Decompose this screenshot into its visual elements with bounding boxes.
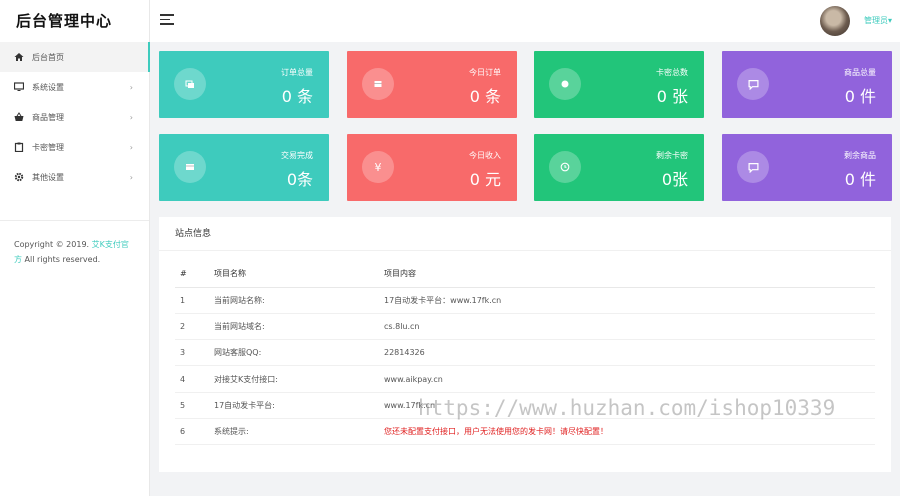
dot-icon (549, 68, 581, 100)
table-cell-num: 2 (175, 313, 209, 341)
top-header: 管理员▾ (150, 0, 900, 42)
table-row: 1 当前网站名称: 17自动发卡平台：www.17fk.cn (175, 287, 875, 314)
stat-card-remaining-products: 剩余商品 0 件 (722, 134, 892, 201)
box-icon (362, 68, 394, 100)
stat-value: 0 条 (469, 87, 501, 106)
sidebar-item-card-management[interactable]: 卡密管理 › (0, 132, 149, 162)
column-header: # (175, 261, 209, 288)
chevron-right-icon: › (129, 142, 133, 152)
table-cell-name: 系统提示: (209, 418, 379, 446)
sidebar-item-label: 其他设置 (32, 172, 64, 182)
avatar[interactable] (820, 6, 850, 36)
table-cell-name: 网站客服QQ: (209, 339, 379, 367)
stat-value: 0 张 (656, 87, 688, 106)
stat-value: 0 元 (469, 170, 501, 189)
table-cell-name: 17自动发卡平台: (209, 392, 379, 419)
clipboard-icon (14, 142, 24, 152)
chevron-right-icon: › (129, 82, 133, 92)
table-cell-name: 当前网站名称: (209, 287, 379, 314)
table-cell-content: 您还未配置支付接口，用户无法使用您的发卡网！请尽快配置！ (379, 418, 875, 446)
table-row: 4 对接艾K支付接口: www.aikpay.cn (175, 365, 875, 393)
sidebar: 后台管理中心 后台首页 系统设置 › 商品管理 › 卡密管理 › 其他设置 › … (0, 0, 150, 496)
stat-value: 0条 (286, 170, 313, 189)
table-cell-content: www.aikpay.cn (379, 365, 875, 393)
table-cell-content: 22814326 (379, 339, 875, 367)
stat-value: 0 件 (844, 170, 876, 189)
sidebar-item-home[interactable]: 后台首页 (0, 42, 150, 72)
stat-card-today-orders: 今日订单 0 条 (347, 51, 517, 118)
stat-card-total-products: 商品总量 0 件 (722, 51, 892, 118)
stat-label: 剩余商品 (844, 151, 876, 160)
site-info-table: # 项目名称 项目内容 1 当前网站名称: 17自动发卡平台：www.17fk.cn… (175, 261, 875, 446)
yen-icon: ¥ (362, 151, 394, 183)
table-row: 5 17自动发卡平台: www.17fk.cn (175, 392, 875, 419)
table-row: 6 系统提示: 您还未配置支付接口，用户无法使用您的发卡网！请尽快配置！ (175, 418, 875, 446)
stat-value: 0张 (661, 170, 688, 189)
table-cell-num: 1 (175, 287, 209, 314)
panel-title: 站点信息 (159, 217, 891, 251)
sidebar-item-label: 卡密管理 (32, 142, 64, 152)
menu-toggle-icon[interactable] (160, 14, 174, 26)
table-cell-name: 对接艾K支付接口: (209, 365, 379, 393)
chat-icon (737, 68, 769, 100)
basket-icon (14, 112, 24, 122)
stat-label: 卡密总数 (656, 68, 688, 77)
chat-icon (737, 151, 769, 183)
stat-label: 今日收入 (469, 151, 501, 160)
stat-label: 剩余卡密 (656, 151, 688, 160)
stat-label: 商品总量 (844, 68, 876, 77)
table-cell-num: 4 (175, 365, 209, 393)
copyright-prefix: Copyright © 2019. (14, 240, 92, 249)
table-cell-content: 17自动发卡平台：www.17fk.cn (379, 287, 875, 314)
sidebar-item-label: 商品管理 (32, 112, 64, 122)
table-header-row: # 项目名称 项目内容 (175, 261, 875, 288)
stat-value: 0 件 (844, 87, 876, 106)
stat-card-remaining-cards: 剩余卡密 0张 (534, 134, 704, 201)
stat-label: 今日订单 (469, 68, 501, 77)
site-info-panel: 站点信息 # 项目名称 项目内容 1 当前网站名称: 17自动发卡平台：www.17… (159, 217, 891, 472)
chevron-right-icon: › (129, 112, 133, 122)
sidebar-item-label: 系统设置 (32, 82, 64, 92)
column-header: 项目名称 (209, 261, 379, 288)
stack-icon (174, 68, 206, 100)
stat-card-completed-transactions: 交易完成 0条 (159, 134, 329, 201)
stat-card-today-income: ¥ 今日收入 0 元 (347, 134, 517, 201)
sidebar-menu: 后台首页 系统设置 › 商品管理 › 卡密管理 › 其他设置 › (0, 42, 150, 192)
copyright-suffix: All rights reserved. (22, 255, 101, 264)
table-cell-content: cs.8lu.cn (379, 313, 875, 341)
copyright: Copyright © 2019. 艾K支付官方 All rights rese… (0, 220, 149, 267)
clock-icon (549, 151, 581, 183)
table-cell-content: www.17fk.cn (379, 392, 875, 419)
table-cell-num: 6 (175, 418, 209, 446)
chevron-right-icon: › (129, 172, 133, 182)
gear-icon (14, 172, 24, 182)
user-menu-dropdown[interactable]: 管理员▾ (864, 15, 892, 26)
sidebar-item-product-management[interactable]: 商品管理 › (0, 102, 149, 132)
table-row: 3 网站客服QQ: 22814326 (175, 339, 875, 367)
sidebar-item-label: 后台首页 (32, 52, 64, 62)
stat-value: 0 条 (281, 87, 313, 106)
stat-card-total-cards: 卡密总数 0 张 (534, 51, 704, 118)
stat-label: 订单总量 (281, 68, 313, 77)
brand-title: 后台管理中心 (16, 12, 113, 30)
table-cell-num: 5 (175, 392, 209, 419)
monitor-icon (14, 82, 24, 92)
sidebar-item-other-settings[interactable]: 其他设置 › (0, 162, 149, 192)
sidebar-item-system-settings[interactable]: 系统设置 › (0, 72, 149, 102)
stat-card-total-orders: 订单总量 0 条 (159, 51, 329, 118)
table-cell-name: 当前网站域名: (209, 313, 379, 341)
column-header: 项目内容 (379, 261, 875, 288)
table-row: 2 当前网站域名: cs.8lu.cn (175, 313, 875, 341)
stat-label: 交易完成 (281, 151, 313, 160)
home-icon (14, 52, 24, 62)
table-cell-num: 3 (175, 339, 209, 367)
card-icon (174, 151, 206, 183)
